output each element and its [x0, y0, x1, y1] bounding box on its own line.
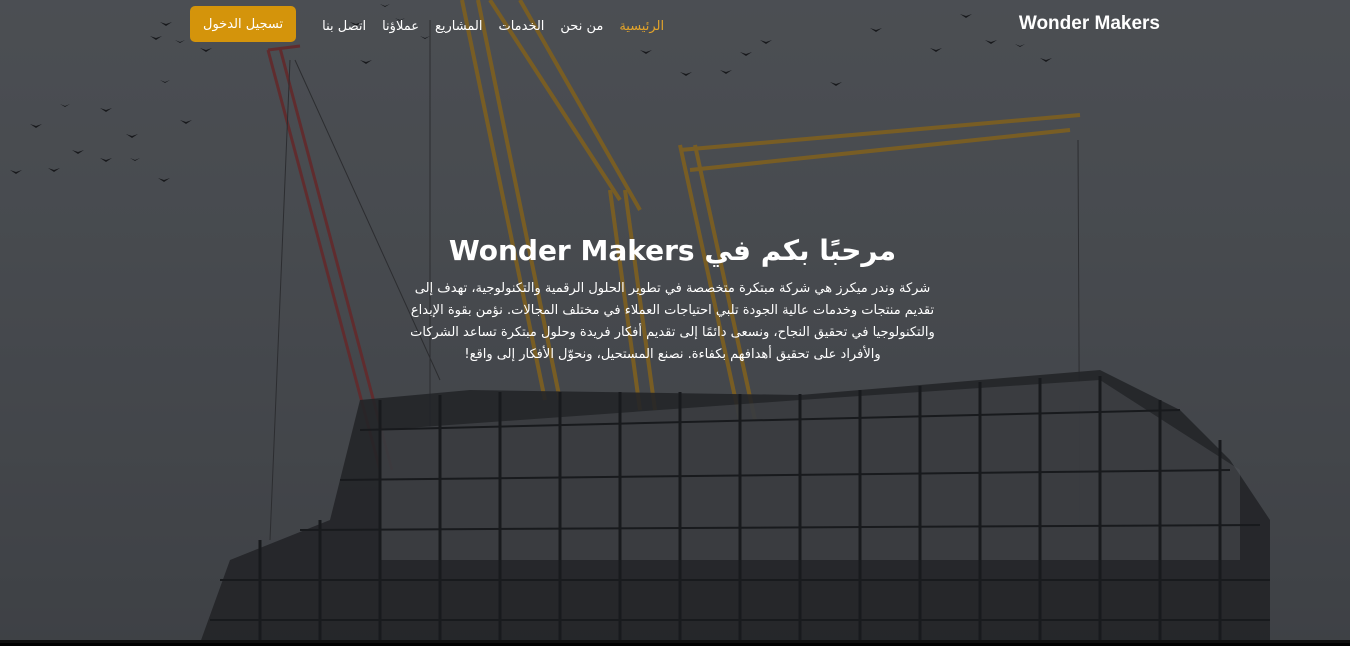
nav-link-about[interactable]: من نحن — [560, 19, 603, 34]
nav-item-home: الرئيسية — [611, 15, 672, 34]
nav-item-services: الخدمات — [490, 15, 552, 34]
nav-links: الرئيسية من نحن الخدمات المشاريع عملاؤنا… — [314, 15, 672, 34]
login-button[interactable]: تسجيل الدخول — [190, 6, 297, 42]
hero-description: شركة وندر ميكرز هي شركة مبتكرة متخصصة في… — [410, 281, 935, 362]
page-bottom-border — [0, 640, 1350, 643]
nav-link-home[interactable]: الرئيسية — [619, 19, 664, 34]
hero-content: مرحبًا بكم في Wonder Makers شركة وندر مي… — [400, 232, 945, 366]
nav-item-about: من نحن — [552, 15, 611, 34]
nav-link-services[interactable]: الخدمات — [498, 19, 544, 34]
nav-link-clients[interactable]: عملاؤنا — [382, 19, 419, 34]
nav-item-clients: عملاؤنا — [374, 15, 427, 34]
hero-title: مرحبًا بكم في Wonder Makers — [448, 234, 897, 267]
brand-logo[interactable]: Wonder Makers — [1019, 13, 1160, 35]
nav-link-contact[interactable]: اتصل بنا — [322, 19, 366, 34]
hero-section: Wonder Makers الرئيسية من نحن الخدمات ال… — [0, 0, 1350, 643]
nav-item-projects: المشاريع — [427, 15, 490, 34]
nav-link-projects[interactable]: المشاريع — [435, 19, 482, 34]
nav-item-contact: اتصل بنا — [314, 15, 374, 34]
nav-right-group: الرئيسية من نحن الخدمات المشاريع عملاؤنا… — [190, 6, 672, 42]
navbar: Wonder Makers الرئيسية من نحن الخدمات ال… — [190, 6, 1160, 42]
